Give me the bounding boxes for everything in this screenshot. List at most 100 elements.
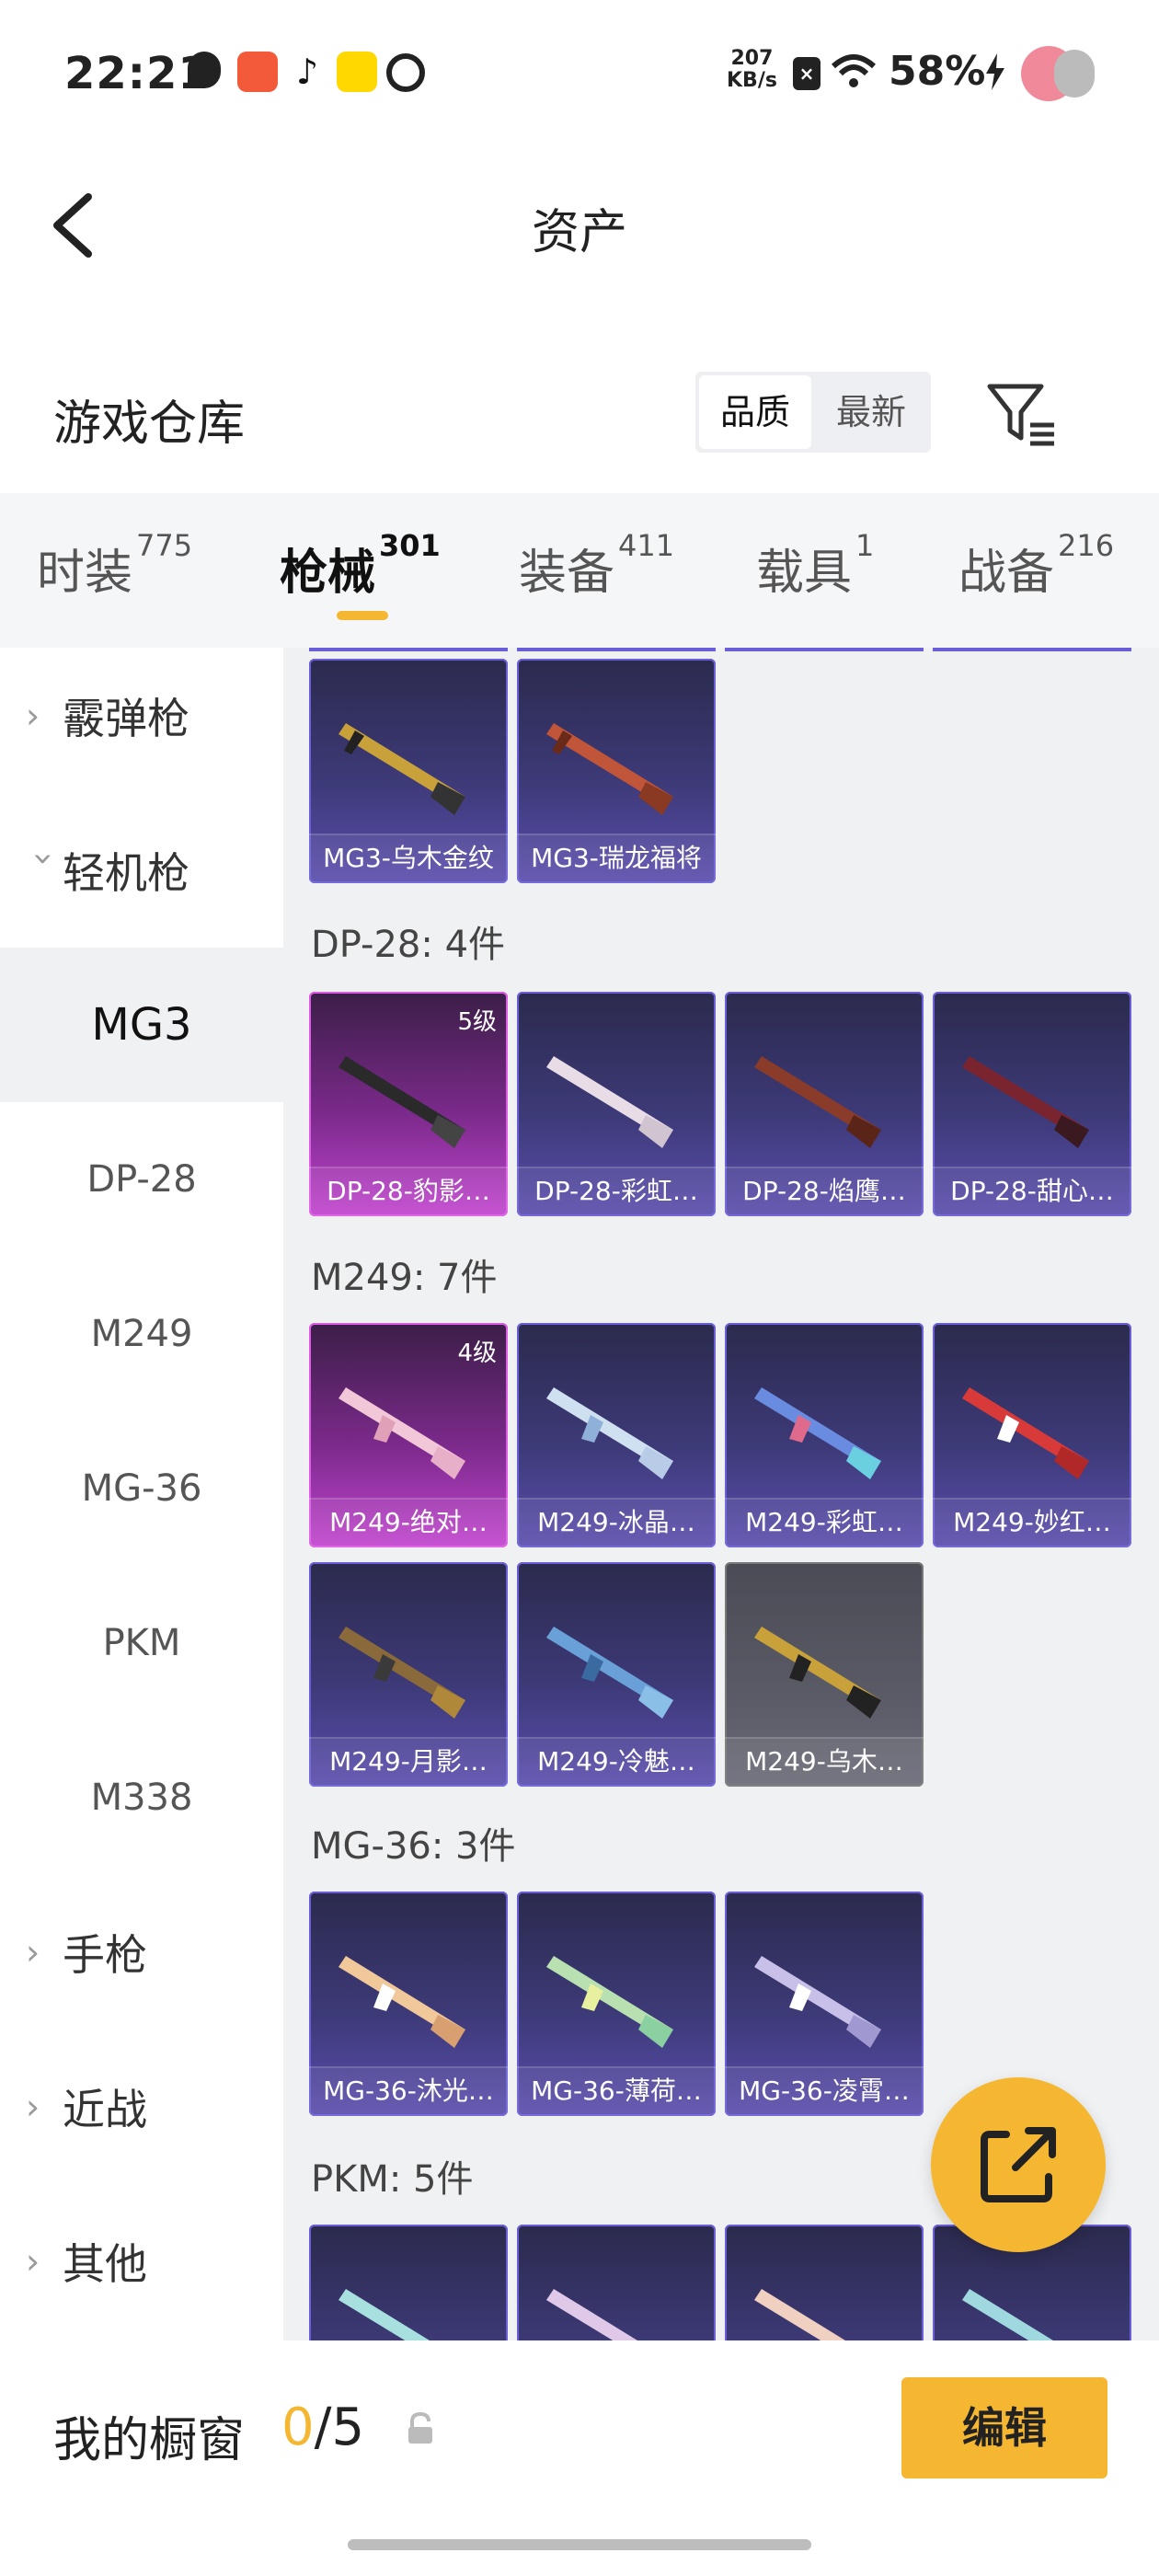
section-title: 游戏仓库 (53, 397, 246, 452)
tab-fashion[interactable]: 时装 775 (37, 528, 192, 603)
page-title: 资产 (531, 205, 627, 260)
sidebar-item-m249[interactable]: M249 (0, 1257, 283, 1411)
app-icon (337, 52, 377, 92)
weapon-image (754, 1627, 881, 1719)
sort-newest-button[interactable]: 最新 (815, 375, 927, 449)
weapon-name: M249-妙红… (933, 1498, 1131, 1547)
group-label: MG-36: 3件 (311, 1825, 516, 1868)
sidebar-category-melee[interactable]: › 近战 (0, 2030, 283, 2184)
sidebar-item-mg3[interactable]: MG3 (0, 948, 283, 1102)
wifi-icon (832, 54, 876, 87)
showcase-count: 0/5 (281, 2398, 365, 2457)
weapon-image (962, 1387, 1089, 1479)
weapon-image (754, 2289, 845, 2340)
weapon-card[interactable]: MG3-瑞龙福将 (517, 659, 716, 883)
net-speed: 207 KB/s (727, 47, 777, 92)
weapon-name: MG-36-薄荷… (517, 2066, 716, 2116)
weapon-card[interactable] (725, 2225, 924, 2340)
card-edge (309, 648, 508, 651)
chevron-right-icon: › (26, 696, 40, 736)
tab-active-indicator (337, 611, 388, 620)
weapon-name: M249-绝对… (309, 1498, 508, 1547)
sim-icon: × (793, 57, 820, 90)
weapon-image (546, 2289, 637, 2340)
weapon-name: M249-冷魅… (517, 1737, 716, 1787)
group-label: M249: 7件 (311, 1257, 498, 1299)
weapon-name: M249-月影… (309, 1737, 508, 1787)
weapon-image (339, 1627, 465, 1719)
location-icon (188, 52, 221, 88)
sidebar-category-shotgun[interactable]: › 霰弹枪 (0, 638, 283, 793)
weapon-card[interactable]: MG-36-薄荷… (517, 1892, 716, 2116)
weapon-name: DP-28-甜心… (933, 1167, 1131, 1216)
weapon-image (339, 1387, 465, 1479)
filter-icon[interactable] (984, 377, 1058, 451)
chevron-down-icon: › (24, 852, 64, 867)
sidebar-item-m338[interactable]: M338 (0, 1720, 283, 1875)
showcase-label: 我的橱窗 (53, 2413, 246, 2468)
chevron-right-icon: › (26, 2087, 40, 2127)
weapon-card[interactable] (517, 2225, 716, 2340)
weapon-card[interactable]: DP-28-焰鹰… (725, 992, 924, 1216)
group-label: PKM: 5件 (311, 2158, 474, 2201)
weapon-image (339, 2289, 430, 2340)
weapon-card[interactable]: M249-彩虹… (725, 1323, 924, 1547)
weapon-image (546, 723, 673, 815)
weapon-image (546, 1056, 673, 1148)
weapon-name: MG-36-凌霄… (725, 2066, 924, 2116)
weapon-image (546, 1387, 673, 1479)
tab-combat-gear[interactable]: 战备 216 (958, 528, 1114, 603)
edit-button[interactable]: 编辑 (901, 2377, 1107, 2478)
weapon-card[interactable]: M249-冷魅… (517, 1562, 716, 1787)
weapon-image (339, 1056, 465, 1148)
sidebar-item-mg36[interactable]: MG-36 (0, 1411, 283, 1566)
share-button[interactable] (931, 2077, 1106, 2252)
weapon-card[interactable]: M249-乌木… (725, 1562, 924, 1787)
weapon-image (754, 1056, 881, 1148)
sidebar-item-dp28[interactable]: DP-28 (0, 1102, 283, 1257)
tab-firearms[interactable]: 枪械 301 (280, 528, 441, 603)
weapon-name: DP-28-彩虹… (517, 1167, 716, 1216)
weapon-card[interactable]: DP-28-甜心… (933, 992, 1131, 1216)
tab-equipment[interactable]: 装备 411 (519, 528, 674, 603)
weapon-image (546, 1956, 673, 2048)
home-indicator[interactable] (348, 2539, 811, 2550)
weapon-card[interactable]: 5级 DP-28-豹影… (309, 992, 508, 1216)
chevron-right-icon: › (26, 2241, 40, 2282)
sidebar-category-other[interactable]: › 其他 (0, 2184, 283, 2339)
sidebar-category-pistol[interactable]: › 手枪 (0, 1875, 283, 2030)
sort-quality-button[interactable]: 品质 (699, 375, 811, 449)
weapon-image (339, 723, 465, 815)
app-icon (386, 53, 425, 92)
sidebar-category-lmg[interactable]: › 轻机枪 (0, 793, 283, 948)
weapon-name: M249-彩虹… (725, 1498, 924, 1547)
weapon-name: DP-28-豹影… (309, 1167, 508, 1216)
battery-level: 58% (889, 48, 986, 95)
weapon-card[interactable]: M249-冰晶… (517, 1323, 716, 1547)
weapon-card[interactable] (309, 2225, 508, 2340)
chevron-right-icon: › (26, 1932, 40, 1972)
weapon-image (339, 1956, 465, 2048)
weapon-name: MG3-瑞龙福将 (517, 834, 716, 883)
sidebar-item-pkm[interactable]: PKM (0, 1566, 283, 1720)
weapon-name: DP-28-焰鹰… (725, 1167, 924, 1216)
weapon-image (962, 2289, 1053, 2340)
tab-vehicles[interactable]: 载具 1 (756, 528, 874, 603)
weapon-name: M249-乌木… (725, 1737, 924, 1787)
weapon-name: M249-冰晶… (517, 1498, 716, 1547)
weapon-card[interactable]: MG-36-沐光… (309, 1892, 508, 2116)
weapon-name: MG3-乌木金纹 (309, 834, 508, 883)
card-edge (725, 648, 924, 651)
weapon-image (962, 1056, 1089, 1148)
weapon-card[interactable]: MG3-乌木金纹 (309, 659, 508, 883)
weapon-card[interactable]: DP-28-彩虹… (517, 992, 716, 1216)
weapon-image (754, 1387, 881, 1479)
avatar (1054, 50, 1095, 98)
weapon-card[interactable]: M249-妙红… (933, 1323, 1131, 1547)
weapon-image (546, 1627, 673, 1719)
group-label: DP-28: 4件 (311, 924, 506, 966)
share-icon (981, 2127, 1056, 2202)
weapon-card[interactable]: 4级 M249-绝对… (309, 1323, 508, 1547)
weapon-card[interactable]: MG-36-凌霄… (725, 1892, 924, 2116)
weapon-card[interactable]: M249-月影… (309, 1562, 508, 1787)
